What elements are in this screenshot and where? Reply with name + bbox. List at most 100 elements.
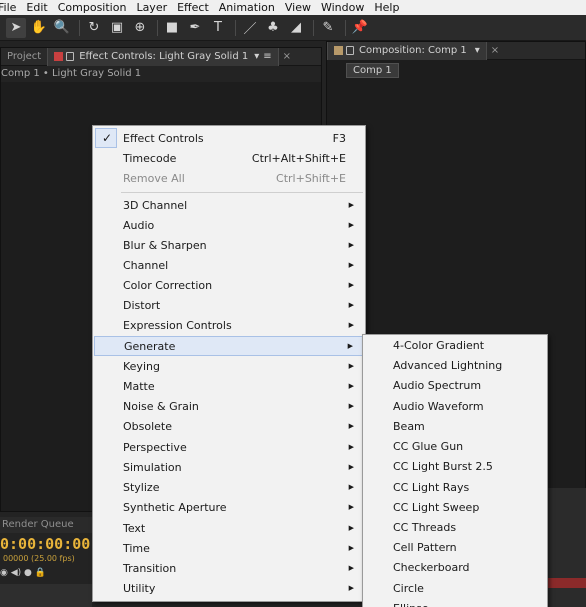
- menu-item-matte[interactable]: Matte ▶: [94, 376, 364, 396]
- menu-item-label: Text: [123, 521, 146, 535]
- menu-help[interactable]: Help: [374, 0, 399, 15]
- layer-duration-bar[interactable]: [548, 578, 586, 588]
- tab-effect-controls[interactable]: Effect Controls: Light Gray Solid 1 ▾ ≡: [47, 47, 279, 66]
- submenu-arrow-icon: ▶: [348, 281, 354, 289]
- submenu-item-cc-light-sweep[interactable]: CC Light Sweep: [393, 498, 479, 518]
- submenu-item-4-color-gradient[interactable]: 4-Color Gradient: [393, 336, 484, 356]
- menu-item-color-correction[interactable]: Color Correction ▶: [94, 275, 364, 295]
- lock-icon[interactable]: 🔒: [35, 568, 46, 578]
- submenu-item-cc-threads[interactable]: CC Threads: [393, 518, 456, 538]
- chevron-down-icon[interactable]: ▾: [475, 42, 480, 60]
- submenu-arrow-icon: ▶: [348, 402, 354, 410]
- tab-render-queue[interactable]: Render Queue: [0, 517, 92, 533]
- submenu-arrow-icon: ▶: [348, 483, 354, 491]
- audio-icon[interactable]: ◀): [11, 568, 21, 578]
- close-icon[interactable]: ×: [283, 51, 291, 62]
- menu-item-3d-channel[interactable]: 3D Channel ▶: [94, 195, 364, 215]
- menu-view[interactable]: View: [285, 0, 311, 15]
- submenu-item-audio-waveform[interactable]: Audio Waveform: [393, 397, 484, 417]
- menu-composition[interactable]: Composition: [58, 0, 127, 15]
- menu-item-synthetic-aperture[interactable]: Synthetic Aperture ▶: [94, 497, 364, 517]
- generate-submenu: 4-Color Gradient Advanced Lightning Audi…: [362, 334, 548, 607]
- timeline-layer-row[interactable]: [0, 584, 92, 607]
- timeline-right-area: [548, 488, 586, 607]
- menu-effect[interactable]: Effect: [177, 0, 209, 15]
- menu-item-distort[interactable]: Distort ▶: [94, 295, 364, 315]
- menu-window[interactable]: Window: [321, 0, 364, 15]
- tab-effect-controls-label: Effect Controls: Light Gray Solid 1: [79, 50, 249, 62]
- toolbar-divider: [345, 19, 346, 36]
- pan-behind-tool-icon[interactable]: ⊕: [130, 18, 150, 38]
- effect-context-menu: ✓ Effect Controls F3 Timecode Ctrl+Alt+S…: [92, 125, 366, 602]
- eye-icon[interactable]: ◉: [0, 568, 8, 578]
- hand-tool-icon[interactable]: ✋: [29, 18, 49, 38]
- lock-icon[interactable]: [346, 46, 354, 55]
- selection-tool-icon[interactable]: ➤: [6, 17, 26, 38]
- menu-item-transition[interactable]: Transition ▶: [94, 558, 364, 578]
- menu-item-shortcut: Ctrl+Shift+E: [276, 171, 346, 185]
- clone-stamp-tool-icon[interactable]: ♣: [263, 18, 283, 38]
- solo-icon[interactable]: ●: [24, 568, 32, 578]
- submenu-item-circle[interactable]: Circle: [393, 579, 424, 599]
- menu-item-channel[interactable]: Channel ▶: [94, 255, 364, 275]
- menu-layer[interactable]: Layer: [136, 0, 167, 15]
- menu-item-label: Blur & Sharpen: [123, 238, 207, 252]
- zoom-tool-icon[interactable]: 🔍: [52, 18, 72, 38]
- menu-item-blur-sharpen[interactable]: Blur & Sharpen ▶: [94, 235, 364, 255]
- menu-item-obsolete[interactable]: Obsolete ▶: [94, 416, 364, 436]
- menu-item-simulation[interactable]: Simulation ▶: [94, 457, 364, 477]
- submenu-item-checkerboard[interactable]: Checkerboard: [393, 558, 470, 578]
- eraser-tool-icon[interactable]: ◢: [286, 18, 306, 38]
- menu-item-effect-controls[interactable]: ✓ Effect Controls F3: [94, 128, 364, 148]
- camera-tool-icon[interactable]: ▣: [107, 18, 127, 38]
- menu-item-utility[interactable]: Utility ▶: [94, 578, 364, 598]
- submenu-item-beam[interactable]: Beam: [393, 417, 425, 437]
- menu-item-label: Remove All: [123, 171, 185, 185]
- menu-item-text[interactable]: Text ▶: [94, 518, 364, 538]
- menu-item-label: Noise & Grain: [123, 399, 199, 413]
- submenu-item-ellipse[interactable]: Ellipse: [393, 599, 429, 607]
- tab-composition[interactable]: Composition: Comp 1 ▾: [327, 41, 487, 60]
- submenu-arrow-icon: ▶: [348, 564, 354, 572]
- menu-item-timecode[interactable]: Timecode Ctrl+Alt+Shift+E: [94, 148, 364, 168]
- menu-item-noise-grain[interactable]: Noise & Grain ▶: [94, 396, 364, 416]
- lock-icon[interactable]: [66, 52, 75, 61]
- menu-item-keying[interactable]: Keying ▶: [94, 356, 364, 376]
- type-tool-icon[interactable]: T: [208, 18, 228, 38]
- submenu-arrow-icon: ▶: [348, 584, 354, 592]
- menu-item-generate[interactable]: Generate ▶: [94, 336, 364, 356]
- panel-menu-icon[interactable]: ≡: [263, 48, 271, 66]
- chevron-down-icon[interactable]: ▾: [254, 48, 259, 66]
- submenu-item-cc-light-rays[interactable]: CC Light Rays: [393, 478, 469, 498]
- submenu-arrow-icon: ▶: [348, 321, 354, 329]
- menu-edit[interactable]: Edit: [26, 0, 47, 15]
- menu-bar: File Edit Composition Layer Effect Anima…: [0, 0, 586, 15]
- menu-file[interactable]: File: [0, 0, 16, 15]
- submenu-item-cell-pattern[interactable]: Cell Pattern: [393, 538, 457, 558]
- tab-project[interactable]: Project: [1, 48, 47, 66]
- rectangle-tool-icon[interactable]: ■: [162, 18, 182, 38]
- menu-item-label: Time: [123, 541, 150, 555]
- toolbar-divider: [235, 19, 236, 36]
- close-icon[interactable]: ×: [491, 45, 499, 56]
- menu-item-stylize[interactable]: Stylize ▶: [94, 477, 364, 497]
- pen-tool-icon[interactable]: ✒: [185, 18, 205, 38]
- menu-item-audio[interactable]: Audio ▶: [94, 215, 364, 235]
- roto-brush-tool-icon[interactable]: ✎: [318, 18, 338, 38]
- menu-item-perspective[interactable]: Perspective ▶: [94, 437, 364, 457]
- menu-item-label: Synthetic Aperture: [123, 500, 227, 514]
- submenu-item-advanced-lightning[interactable]: Advanced Lightning: [393, 356, 502, 376]
- puppet-pin-tool-icon[interactable]: 📌: [350, 18, 370, 38]
- menu-animation[interactable]: Animation: [219, 0, 275, 15]
- submenu-item-cc-glue-gun[interactable]: CC Glue Gun: [393, 437, 463, 457]
- menu-item-expression-controls[interactable]: Expression Controls ▶: [94, 315, 364, 335]
- submenu-item-audio-spectrum[interactable]: Audio Spectrum: [393, 376, 481, 396]
- rotate-tool-icon[interactable]: ↻: [84, 18, 104, 38]
- brush-tool-icon[interactable]: ／: [240, 18, 260, 38]
- timecode-display[interactable]: 0:00:00:00: [0, 535, 90, 553]
- submenu-item-cc-light-burst[interactable]: CC Light Burst 2.5: [393, 457, 493, 477]
- composition-nav-chip[interactable]: Comp 1: [346, 63, 399, 78]
- submenu-arrow-icon: ▶: [348, 241, 354, 249]
- menu-item-time[interactable]: Time ▶: [94, 538, 364, 558]
- submenu-arrow-icon: ▶: [348, 463, 354, 471]
